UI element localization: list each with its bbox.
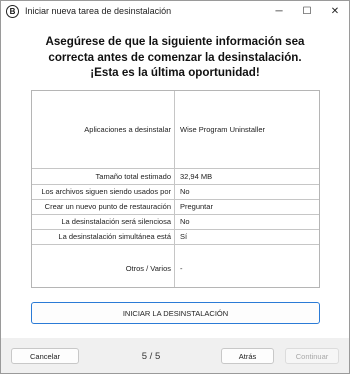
row-label: Crear un nuevo punto de restauración [44,202,171,211]
row-label: La desinstalación simultánea está [58,232,171,241]
close-icon: ✕ [330,5,340,17]
row-label: Aplicaciones a desinstalar [84,125,171,134]
row-value: - [180,264,183,273]
row-value: No [180,217,190,226]
footer-bar: Cancelar 5 / 5 Atrás Continuar [1,338,349,373]
table-row: Los archivos siguen siendo usados por No [32,184,319,199]
close-button[interactable]: ✕ [321,1,349,21]
warning-message: Asegúrese de que la siguiente informació… [1,34,349,81]
table-row: Aplicaciones a desinstalar Wise Program … [32,91,319,168]
start-uninstall-button[interactable]: INICIAR LA DESINSTALACIÓN [31,302,320,324]
table-row: La desinstalación simultánea está Sí [32,229,319,244]
row-label: Tamaño total estimado [95,172,171,181]
continue-button[interactable]: Continuar [285,348,339,364]
warning-line-1: Asegúrese de que la siguiente informació… [45,35,305,48]
table-row: Tamaño total estimado 32,94 MB [32,168,319,184]
window-controls: ─ ☐ ✕ [265,1,349,21]
row-value: Sí [180,232,188,241]
page-indicator: 5 / 5 [141,350,161,362]
minimize-icon: ─ [275,5,283,17]
row-label: Los archivos siguen siendo usados por [41,187,171,196]
title-bar[interactable]: B Iniciar nueva tarea de desinstalación … [1,1,349,21]
summary-table: Aplicaciones a desinstalar Wise Program … [31,90,320,288]
app-icon: B [6,4,19,18]
back-button[interactable]: Atrás [221,348,274,364]
maximize-icon: ☐ [302,5,312,17]
row-value: Wise Program Uninstaller [180,125,266,134]
table-row: Crear un nuevo punto de restauración Pre… [32,199,319,214]
maximize-button[interactable]: ☐ [293,1,321,21]
cancel-button[interactable]: Cancelar [11,348,79,364]
warning-line-2: correcta antes de comenzar la desinstala… [48,50,302,64]
uninstall-task-window: B Iniciar nueva tarea de desinstalación … [0,0,350,374]
row-label: La desinstalación será silenciosa [61,217,171,226]
row-value: 32,94 MB [180,172,213,181]
window-title: Iniciar nueva tarea de desinstalación [25,6,172,16]
row-value: Preguntar [180,202,213,211]
warning-line-3: ¡Esta es la última oportunidad! [90,66,260,79]
table-row: La desinstalación será silenciosa No [32,214,319,229]
minimize-button[interactable]: ─ [265,1,293,21]
table-row: Otros / Varios - [32,244,319,288]
row-value: No [180,187,190,196]
row-label: Otros / Varios [125,264,171,273]
